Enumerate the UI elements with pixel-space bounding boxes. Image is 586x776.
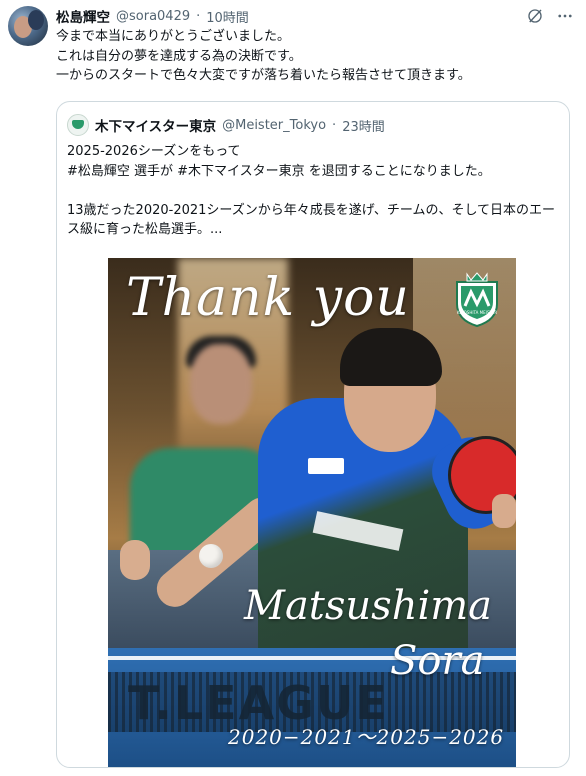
- quoted-separator: ·: [332, 117, 337, 133]
- player-last-name: Sora: [390, 638, 485, 684]
- badge-text: KINOSHITA MEISTER: [457, 310, 497, 315]
- author-handle[interactable]: @sora0429: [116, 9, 190, 24]
- quoted-header: 木下マイスター東京 @Meister_Tokyo · 23時間: [67, 114, 385, 136]
- author-name[interactable]: 松島輝空: [56, 6, 110, 26]
- tweet-timestamp[interactable]: 10時間: [206, 7, 249, 26]
- tweet-header: 松島輝空 @sora0429 · 10時間: [56, 6, 249, 27]
- player-hand: [120, 540, 150, 580]
- more-options-icon[interactable]: [556, 9, 574, 23]
- quoted-author-name[interactable]: 木下マイスター東京: [95, 115, 216, 135]
- team-crest-icon: KINOSHITA MEISTER: [456, 272, 498, 328]
- avatar-hair: [28, 10, 44, 30]
- player-first-name: Matsushima: [244, 583, 493, 629]
- team-logo-icon[interactable]: [67, 114, 89, 136]
- quoted-timestamp[interactable]: 23時間: [342, 116, 385, 135]
- quoted-text: 2025-2026シーズンをもって #松島輝空 選手が #木下マイスター東京 を…: [67, 144, 556, 237]
- separator-dot: ·: [196, 8, 201, 24]
- tenure-years: 2020−2021〜2025−2026: [228, 725, 505, 749]
- tweet-text: 今まで本当にありがとうございました。 これは自分の夢を達成する為の決断です。 一…: [56, 29, 471, 83]
- jersey-sponsor-patch: [308, 458, 344, 474]
- thank-you-text: Thank you: [126, 268, 410, 328]
- background-player-head: [190, 344, 252, 424]
- paddle-hand: [492, 494, 516, 528]
- ball-icon: [199, 544, 223, 568]
- quoted-tweet[interactable]: 木下マイスター東京 @Meister_Tokyo · 23時間 2025-202…: [56, 101, 570, 768]
- grok-icon[interactable]: [526, 7, 544, 25]
- author-avatar[interactable]: [8, 6, 48, 46]
- quoted-handle[interactable]: @Meister_Tokyo: [222, 118, 326, 133]
- farewell-photo[interactable]: T.LEAGUE KINOSHITA MEISTER Thank you Mat…: [108, 258, 516, 767]
